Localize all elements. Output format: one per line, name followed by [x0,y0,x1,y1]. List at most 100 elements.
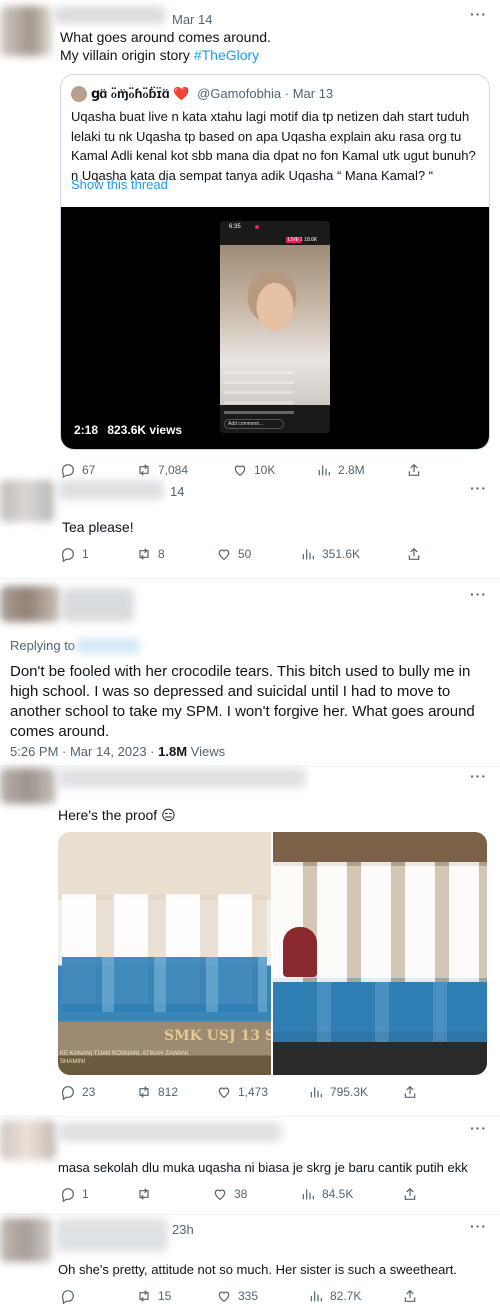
like-count: 38 [234,1187,248,1201]
like-button[interactable]: 38 [212,1186,247,1202]
reply-count: 67 [82,463,96,477]
school-photo-left[interactable]: SMK USJ 13 S KE KANAN) TUAN ROSNANI, ATI… [58,832,271,1075]
reply-button[interactable] [60,1288,82,1304]
photo-names: KE KANAN) TUAN ROSNANI, ATIKAH ZAWANI, S… [60,1051,190,1065]
school-photo-right[interactable] [273,832,487,1075]
replying-to-label: Replying to [10,638,76,653]
replying-to-handle-redacted[interactable] [76,638,140,654]
timestamp-text[interactable]: 5:26 PM · Mar 14, 2023 · [10,744,158,759]
tweet-actions: 23 812 1,473 795.3K [60,1084,420,1104]
retweet-count: 7,084 [158,463,189,477]
like-count: 10K [254,463,276,477]
avatar[interactable] [0,586,60,622]
video-player[interactable]: 6:35 LIVE 1 18.6K Add comment... 2:18 82… [61,207,489,449]
views-button[interactable]: 351.6K [300,546,360,562]
tweet-time[interactable]: Mar 14 [172,12,212,27]
quote-display-name: ցɑ̈ ℴ̈ɱ̈ℴ̈ɦℴ̈ɓ̈ɪ̈ɑ̈ ❤️ [91,86,190,101]
reply-count: 23 [82,1085,96,1099]
reply-icon [61,1290,74,1304]
replying-to: Replying to [10,638,75,653]
avatar[interactable] [0,6,52,56]
retweet-button[interactable] [136,1186,158,1202]
avatar[interactable] [0,480,54,522]
views-count: 2.8M [338,463,365,477]
reply-button[interactable]: 1 [60,1186,89,1202]
reply-icon [61,1188,74,1202]
reply-button[interactable]: 23 [60,1084,95,1100]
tweet-time[interactable]: 23h [172,1222,194,1237]
retweet-button[interactable]: 15 [136,1288,171,1304]
video-overlay-stats: 2:18 823.6K views [74,423,182,437]
camera-dot [255,225,259,229]
share-icon [404,1085,416,1098]
quote-handle-date: @Gamofobhia · Mar 13 [197,86,334,101]
student-skirts [62,957,267,1012]
avatar[interactable] [0,1218,52,1262]
hashtag-link[interactable]: #TheGlory [194,47,259,63]
tweet-text-line1: What goes around comes around. [60,29,271,45]
retweet-icon [139,1086,149,1098]
avatar[interactable] [0,1120,56,1160]
share-button[interactable] [402,1186,418,1202]
reply-button[interactable]: 1 [60,546,89,562]
reply-count: 1 [82,1187,89,1201]
views-chart-icon [302,549,314,560]
share-icon [404,1187,416,1200]
like-button[interactable]: 50 [216,546,251,562]
retweet-icon [139,464,149,476]
views-button[interactable]: 84.5K [300,1186,353,1202]
avatar[interactable] [0,768,56,804]
user-name-redacted[interactable] [58,480,164,500]
user-name-redacted[interactable] [56,1218,168,1252]
tweet-time[interactable]: 14 [170,484,184,499]
heart-icon [214,1189,226,1201]
more-options-icon[interactable]: ··· [470,768,487,784]
views-count: 84.5K [322,1187,354,1201]
reply-text: Oh she's pretty, attitude not so much. H… [58,1262,457,1277]
views-count: 82.7K [330,1289,362,1303]
views-count: 1.8M [158,744,188,759]
more-options-icon[interactable]: ··· [470,6,487,22]
views-button[interactable]: 795.3K [308,1084,368,1100]
quoted-tweet[interactable]: ցɑ̈ ℴ̈ɱ̈ℴ̈ɦℴ̈ɓ̈ɪ̈ɑ̈ ❤️ @Gamofobhia · Mar… [60,74,490,450]
views-count: 351.6K [322,547,361,561]
expressionless-emoji: 😑 [161,807,176,823]
share-button[interactable] [406,546,422,562]
quote-avatar [71,86,87,102]
user-name-redacted[interactable] [58,768,306,788]
like-button[interactable]: 335 [216,1288,258,1304]
reply-text-body: Here's the proof [58,807,162,823]
reply-icon [61,548,74,562]
more-options-icon[interactable]: ··· [470,480,487,496]
retweet-button[interactable]: 7,084 [136,462,188,478]
more-options-icon[interactable]: ··· [470,1120,487,1136]
views-count: 795.3K [330,1085,369,1099]
live-comments [224,371,294,415]
share-button[interactable] [402,1288,418,1304]
like-button[interactable]: 1,473 [216,1084,268,1100]
views-button[interactable]: 82.7K [308,1288,361,1304]
like-button[interactable]: 10K [232,462,275,478]
show-this-thread-link[interactable]: Show this thread [71,177,168,192]
quote-text: Uqasha buat live n kata xtahu lagi motif… [71,109,476,183]
tweet-timestamp: 5:26 PM · Mar 14, 2023 · 1.8M Views [10,744,225,759]
user-name-redacted[interactable] [58,1122,282,1142]
reply-button[interactable]: 67 [60,462,95,478]
share-button[interactable] [406,462,422,478]
live-viewer-count: 1 18.6K [300,237,318,243]
like-count: 335 [238,1289,259,1303]
retweet-button[interactable]: 8 [136,546,165,562]
share-icon [408,547,420,560]
retweet-button[interactable]: 812 [136,1084,178,1100]
views-label: Views [187,744,226,759]
user-name-redacted[interactable] [62,588,134,622]
more-options-icon[interactable]: ··· [470,586,487,602]
views-chart-icon [310,1291,322,1302]
tweet-text: What goes around comes around. My villai… [60,28,480,64]
more-options-icon[interactable]: ··· [470,1218,487,1234]
views-button[interactable]: 2.8M [316,462,365,478]
user-name-redacted[interactable] [54,6,166,24]
tweet-actions: 1 8 50 351.6K [60,546,420,566]
tweet-actions: 1 38 84.5K [60,1186,420,1206]
share-button[interactable] [402,1084,418,1100]
